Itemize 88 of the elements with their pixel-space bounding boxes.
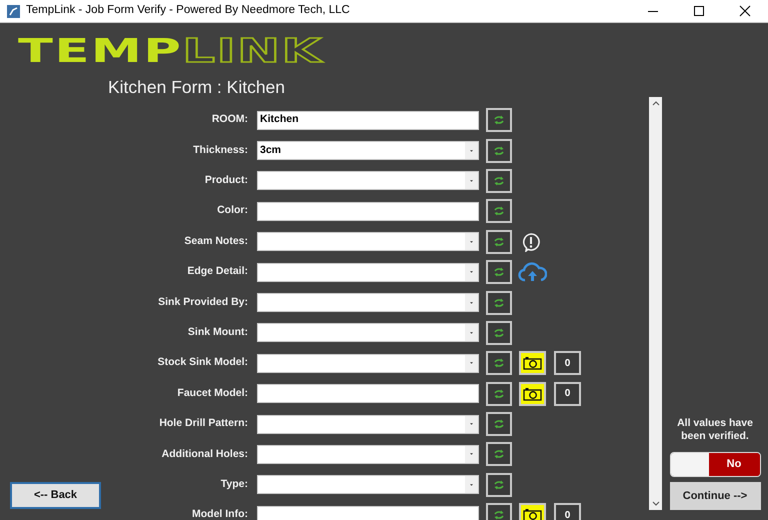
form-title: Kitchen Form : Kitchen bbox=[108, 77, 286, 99]
dropdown-field[interactable]: 3cm bbox=[257, 141, 479, 160]
refresh-icon bbox=[493, 206, 505, 216]
dropdown-field[interactable] bbox=[257, 262, 479, 282]
alert-icon[interactable] bbox=[521, 232, 541, 252]
field-label: Color: bbox=[216, 203, 248, 218]
refresh-button[interactable] bbox=[486, 290, 512, 315]
dropdown-arrow-icon bbox=[470, 150, 473, 152]
refresh-icon bbox=[493, 358, 505, 368]
refresh-button[interactable] bbox=[486, 260, 512, 284]
camera-button[interactable] bbox=[519, 503, 546, 520]
text-field[interactable] bbox=[257, 384, 479, 404]
refresh-icon bbox=[493, 115, 505, 126]
refresh-icon bbox=[493, 267, 505, 278]
field-label: Faucet Model: bbox=[176, 386, 248, 401]
refresh-button[interactable] bbox=[486, 199, 512, 224]
refresh-button[interactable] bbox=[486, 442, 512, 466]
field-label: Hole Drill Pattern: bbox=[158, 416, 248, 432]
text-field[interactable]: Kitchen bbox=[257, 110, 479, 130]
camera-button[interactable] bbox=[519, 382, 546, 406]
verify-text: All values have been verified. bbox=[676, 417, 754, 443]
refresh-button[interactable] bbox=[486, 320, 512, 345]
cloud-upload-icon[interactable] bbox=[518, 262, 547, 282]
camera-icon bbox=[523, 508, 542, 520]
field-label: Stock Sink Model: bbox=[156, 355, 248, 370]
refresh-button[interactable] bbox=[486, 168, 512, 193]
dropdown-arrow-icon bbox=[470, 271, 473, 274]
refresh-button[interactable] bbox=[486, 472, 512, 497]
refresh-icon bbox=[493, 480, 505, 490]
dropdown-field[interactable] bbox=[257, 232, 479, 252]
dropdown-field[interactable] bbox=[257, 444, 479, 464]
refresh-button[interactable] bbox=[486, 351, 512, 376]
camera-icon bbox=[523, 386, 542, 401]
text-field[interactable] bbox=[257, 506, 479, 520]
dropdown-arrow-icon bbox=[470, 362, 473, 364]
scrollbar[interactable] bbox=[649, 97, 662, 510]
refresh-button[interactable] bbox=[486, 108, 512, 132]
window-title: TempLink - Job Form Verify - Powered By Needmore Tech, LLC bbox=[26, 3, 350, 18]
dropdown-arrow-icon bbox=[470, 484, 473, 486]
field-label: Product: bbox=[204, 173, 248, 188]
photo-count: 0 bbox=[554, 382, 581, 406]
field-label: ROOM: bbox=[210, 112, 248, 128]
logo: TEMPLINK bbox=[18, 36, 323, 66]
camera-icon bbox=[523, 356, 542, 370]
dropdown-field[interactable] bbox=[257, 414, 479, 434]
refresh-icon bbox=[493, 176, 505, 186]
photo-count: 0 bbox=[554, 351, 581, 376]
field-label: Thickness: bbox=[192, 142, 248, 158]
refresh-button[interactable] bbox=[486, 138, 512, 163]
refresh-icon bbox=[493, 419, 505, 430]
field-label: Edge Detail: bbox=[186, 264, 248, 280]
dropdown-field[interactable] bbox=[257, 475, 479, 494]
dropdown-field[interactable] bbox=[257, 171, 479, 190]
refresh-button[interactable] bbox=[486, 382, 512, 406]
refresh-icon bbox=[493, 146, 505, 156]
refresh-icon bbox=[493, 388, 505, 399]
field-label: Type: bbox=[220, 477, 248, 492]
refresh-button[interactable] bbox=[486, 412, 512, 436]
dropdown-arrow-icon bbox=[470, 180, 473, 182]
photo-count: 0 bbox=[554, 503, 581, 520]
camera-button[interactable] bbox=[519, 351, 546, 376]
dropdown-arrow-icon bbox=[470, 423, 473, 426]
refresh-icon bbox=[493, 449, 505, 460]
field-label: Sink Mount: bbox=[186, 325, 248, 340]
field-label: Additional Holes: bbox=[160, 446, 248, 462]
continue-button[interactable]: Continue --> bbox=[670, 482, 760, 510]
dropdown-field[interactable] bbox=[257, 354, 479, 373]
field-label: Seam Notes: bbox=[183, 234, 248, 249]
field-label: Model Info: bbox=[191, 507, 248, 520]
dropdown-arrow-icon bbox=[470, 453, 473, 456]
refresh-button[interactable] bbox=[486, 503, 512, 520]
text-field[interactable] bbox=[257, 202, 479, 221]
dropdown-arrow-icon bbox=[470, 332, 473, 334]
refresh-button[interactable] bbox=[486, 230, 512, 254]
field-label: Sink Provided By: bbox=[157, 294, 248, 310]
app-icon bbox=[7, 4, 20, 18]
dropdown-arrow-icon bbox=[470, 302, 473, 304]
refresh-icon bbox=[493, 298, 505, 308]
verified-toggle[interactable]: No bbox=[670, 452, 760, 477]
refresh-icon bbox=[493, 328, 505, 338]
dropdown-arrow-icon bbox=[470, 240, 473, 243]
refresh-icon bbox=[493, 236, 505, 247]
dropdown-field[interactable] bbox=[257, 293, 479, 312]
dropdown-field[interactable] bbox=[257, 323, 479, 342]
scroll-up-icon[interactable] bbox=[652, 100, 660, 106]
scroll-down-icon[interactable] bbox=[652, 501, 660, 507]
refresh-icon bbox=[493, 510, 505, 520]
back-button[interactable]: <-- Back bbox=[10, 482, 101, 509]
